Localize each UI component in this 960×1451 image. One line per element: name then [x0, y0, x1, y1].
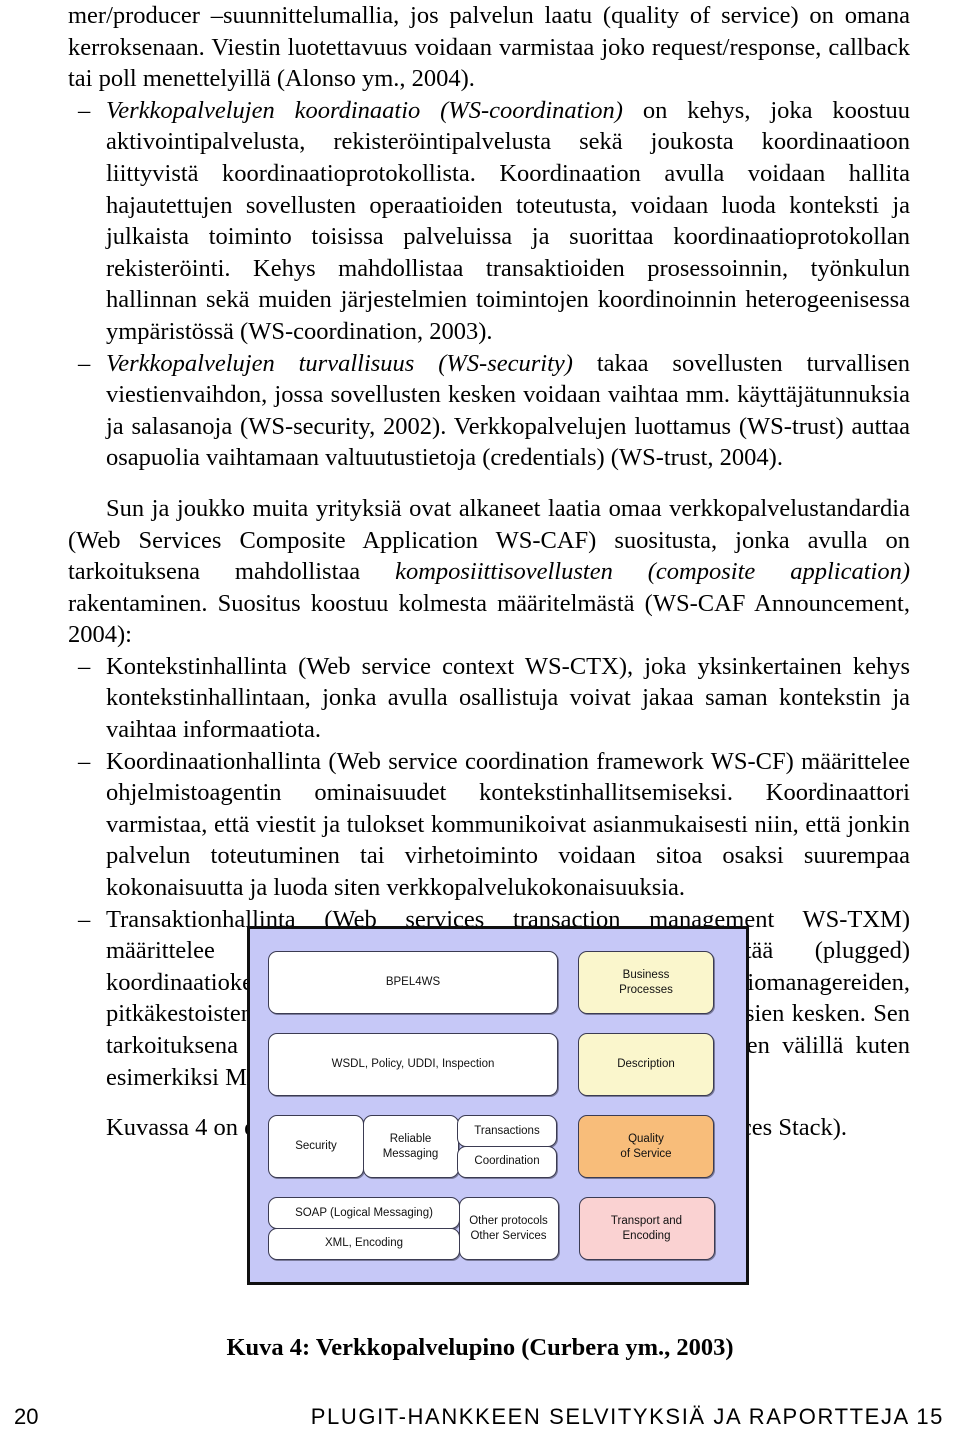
stack-panel: BPEL4WS Business Processes WSDL, Policy,… [247, 926, 749, 1285]
stack-left-column: Security Reliable Messaging Transactions… [268, 1115, 558, 1178]
box-label-line2: Messaging [382, 1147, 439, 1160]
bullet-dash-icon: – [78, 349, 91, 377]
list-item-lead-italic: Verkkopalvelujen koordinaatio (WS-coordi… [106, 96, 623, 124]
box-label-line1: Other protocols [469, 1215, 548, 1227]
footer-series-title: PLUGIT-HANKKEEN SELVITYKSIÄ JA RAPORTTEJ… [310, 1404, 944, 1429]
stack-left-column: BPEL4WS [268, 951, 558, 1014]
box-label-line1: Description [617, 1058, 675, 1071]
stack-row-quality-of-service: Security Reliable Messaging Transactions… [268, 1115, 728, 1178]
list-item-ws-ctx: – Kontekstinhallinta (Web service contex… [68, 651, 910, 746]
page-footer: 20 PLUGIT-HANKKEEN SELVITYKSIÄ JA RAPORT… [0, 1404, 960, 1444]
list-item-text: Koordinaationhallinta (Web service coord… [106, 747, 910, 902]
bullet-dash-icon: – [78, 652, 91, 680]
stack-right-column: Description [578, 1033, 714, 1096]
box-label-line1: Quality [628, 1133, 664, 1145]
box-label-line2: Processes [619, 983, 673, 996]
stack-left-column: WSDL, Policy, UDDI, Inspection [268, 1033, 558, 1096]
box-label-line2: Other Services [470, 1229, 547, 1242]
box-label-line1: Reliable [389, 1133, 432, 1145]
bullet-dash-icon: – [78, 905, 91, 933]
box-label-line1: Business [622, 969, 670, 981]
box-business-processes: Business Processes [578, 951, 714, 1014]
box-soap-logical-messaging: SOAP (Logical Messaging) [268, 1197, 460, 1229]
box-label-line2: of Service [620, 1147, 672, 1160]
box-coordination: Coordination [457, 1145, 557, 1178]
box-security: Security [268, 1115, 364, 1178]
bullet-dash-icon: – [78, 747, 91, 775]
stack-row-transport-encoding: SOAP (Logical Messaging) XML, Encoding O… [268, 1197, 728, 1260]
box-other-protocols-services: Other protocols Other Services [458, 1197, 559, 1260]
box-group-soap-xml: SOAP (Logical Messaging) XML, Encoding [268, 1197, 460, 1260]
stack-row-business-processes: BPEL4WS Business Processes [268, 951, 728, 1014]
box-xml-encoding: XML, Encoding [268, 1227, 460, 1260]
footer-page-number: 20 [14, 1404, 39, 1429]
figure-web-services-stack: BPEL4WS Business Processes WSDL, Policy,… [247, 926, 749, 1285]
box-transactions: Transactions [457, 1115, 557, 1147]
list-item-ws-coordination: – Verkkopalvelujen koordinaatio (WS-coor… [68, 95, 910, 348]
box-description: Description [578, 1033, 714, 1096]
stack-right-column: Transport and Encoding [578, 1197, 715, 1260]
paragraph-ws-caf-part2: rakentaminen. Suositus koostuu kolmesta … [68, 589, 910, 649]
document-page: mer/producer –suunnittelumallia, jos pal… [0, 0, 960, 1451]
bullet-dash-icon: – [78, 96, 91, 124]
box-label: Coordination [474, 1155, 540, 1168]
box-label: WSDL, Policy, UDDI, Inspection [331, 1058, 495, 1071]
box-quality-of-service: Quality of Service [578, 1115, 714, 1178]
list-item-ws-security: – Verkkopalvelujen turvallisuus (WS-secu… [68, 348, 910, 474]
stack-left-column: SOAP (Logical Messaging) XML, Encoding O… [268, 1197, 559, 1260]
stack-row-description: WSDL, Policy, UDDI, Inspection Descripti… [268, 1033, 728, 1096]
paragraph-ws-caf-italic: komposiittisovellusten (composite applic… [395, 558, 910, 586]
box-label: Security [295, 1140, 337, 1153]
box-label-line2: Encoding [622, 1229, 671, 1242]
box-reliable-messaging: Reliable Messaging [362, 1115, 459, 1178]
box-label: Transactions [474, 1124, 540, 1137]
box-label: XML, Encoding [325, 1237, 403, 1250]
stack-right-column: Business Processes [578, 951, 714, 1014]
box-label: SOAP (Logical Messaging) [295, 1206, 433, 1219]
list-item-ws-cf: – Koordinaationhallinta (Web service coo… [68, 746, 910, 904]
paragraph-intro: mer/producer –suunnittelumallia, jos pal… [68, 2, 910, 93]
list-item-text: Kontekstinhallinta (Web service context … [106, 652, 910, 744]
box-label: BPEL4WS [385, 976, 441, 989]
box-transport-and-encoding: Transport and Encoding [578, 1197, 715, 1260]
figure-caption: Kuva 4: Verkkopalvelupino (Curbera ym., … [226, 1334, 734, 1361]
box-group-transactions-coordination: Transactions Coordination [457, 1115, 557, 1178]
stack-right-column: Quality of Service [578, 1115, 714, 1178]
box-wsdl-policy-uddi-inspection: WSDL, Policy, UDDI, Inspection [268, 1033, 558, 1096]
list-item-lead-italic: Verkkopalvelujen turvallisuus (WS-securi… [106, 349, 573, 377]
paragraph-ws-caf: Sun ja joukko muita yrityksiä ovat alkan… [68, 493, 910, 651]
list-item-text: on kehys, joka koostuu aktivointipalvelu… [106, 96, 910, 345]
box-label-line1: Transport and [610, 1215, 683, 1227]
box-bpel4ws: BPEL4WS [268, 951, 558, 1014]
